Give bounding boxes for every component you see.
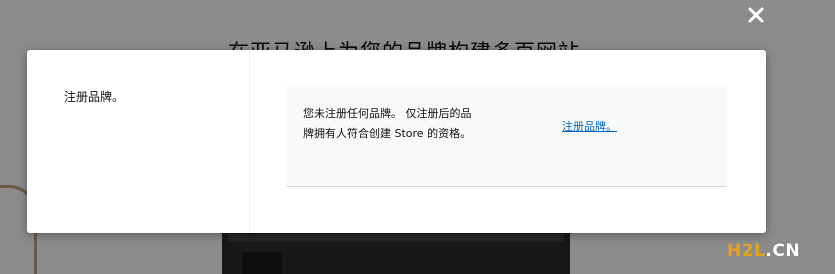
close-icon <box>748 7 764 23</box>
watermark-part-b: .CN <box>765 241 801 261</box>
register-brand-modal: 注册品牌。 您未注册任何品牌。 仅注册后的品牌拥有人符合创建 Store 的资格… <box>27 50 766 233</box>
watermark-logo: H2L.CN <box>727 241 800 261</box>
info-message: 您未注册任何品牌。 仅注册后的品牌拥有人符合创建 Store 的资格。 <box>303 107 472 140</box>
info-box: 您未注册任何品牌。 仅注册后的品牌拥有人符合创建 Store 的资格。 注册品牌… <box>286 85 727 187</box>
watermark-part-a: H2L <box>727 241 766 261</box>
register-brand-link[interactable]: 注册品牌。 <box>562 118 617 134</box>
sidebar-label: 注册品牌。 <box>64 90 125 104</box>
close-button[interactable] <box>745 4 767 26</box>
modal-sidebar: 注册品牌。 <box>27 50 250 233</box>
